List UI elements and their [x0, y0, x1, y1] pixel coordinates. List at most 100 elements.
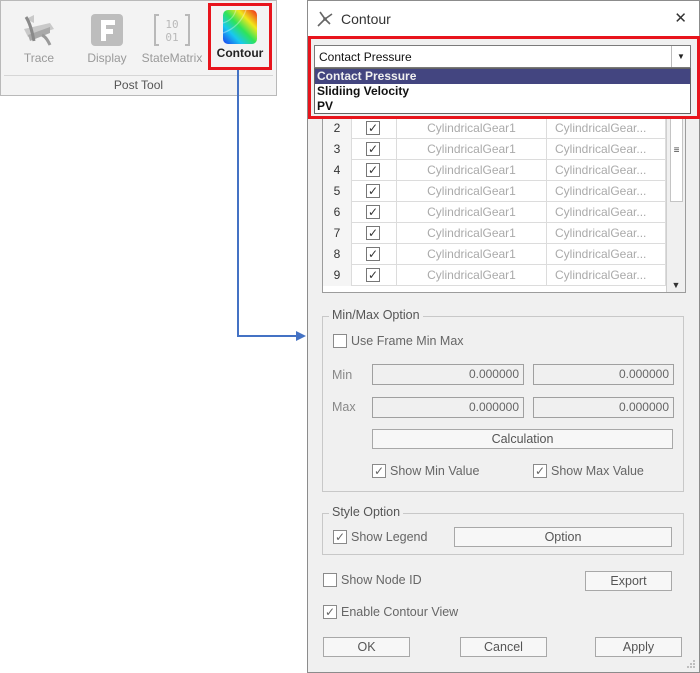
resize-grip-icon[interactable]: [686, 659, 696, 669]
enable-contour-view-checkbox[interactable]: ✓ Enable Contour View: [323, 605, 458, 619]
row-body1: CylindricalGear1: [397, 181, 547, 202]
close-icon[interactable]: ✕: [674, 9, 687, 27]
contour-label: Contour: [216, 46, 264, 60]
scrollbar-grip-icon: ≡: [673, 145, 680, 156]
row-check-cell: ✓: [352, 139, 397, 160]
ribbon-group-label: Post Tool: [113, 78, 164, 92]
state-matrix-icon-top: 10: [165, 18, 178, 31]
scroll-down-icon[interactable]: ▼: [667, 280, 685, 290]
show-node-id-label: Show Node ID: [341, 573, 422, 587]
row-checkbox[interactable]: ✓: [366, 142, 380, 156]
row-number: 9: [323, 265, 352, 286]
show-node-id-checkbox[interactable]: Show Node ID: [323, 573, 422, 587]
show-max-value-box[interactable]: ✓: [533, 464, 547, 478]
min-value-field-1[interactable]: 0.000000: [372, 364, 524, 385]
trace-button[interactable]: Trace: [11, 5, 67, 69]
use-frame-min-max-label: Use Frame Min Max: [351, 334, 464, 348]
row-checkbox[interactable]: ✓: [366, 205, 380, 219]
contour-dialog: Contour ✕ 2 ✓ CylindricalGear1 CylindricalG…: [307, 0, 700, 673]
row-body1: CylindricalGear1: [397, 265, 547, 286]
contour-button[interactable]: Contour: [208, 3, 272, 70]
enable-contour-view-box[interactable]: ✓: [323, 605, 337, 619]
max-value-field-2[interactable]: 0.000000: [533, 397, 674, 418]
row-check-cell: ✓: [352, 223, 397, 244]
row-number: 7: [323, 223, 352, 244]
state-matrix-button[interactable]: 10 01 StateMatrix: [139, 5, 205, 69]
row-body2: CylindricalGear...: [547, 244, 666, 265]
table-scrollbar[interactable]: ≡ ▼: [666, 118, 685, 292]
trace-label: Trace: [23, 51, 55, 65]
row-body1: CylindricalGear1: [397, 160, 547, 181]
apply-button[interactable]: Apply: [595, 637, 682, 657]
display-button[interactable]: Display: [79, 5, 135, 69]
row-checkbox[interactable]: ✓: [366, 184, 380, 198]
state-matrix-icon-bottom: 01: [165, 31, 178, 44]
show-max-value-label: Show Max Value: [551, 464, 644, 478]
row-body1: CylindricalGear1: [397, 202, 547, 223]
show-min-value-checkbox[interactable]: ✓ Show Min Value: [372, 464, 479, 478]
display-label: Display: [87, 51, 127, 65]
row-checkbox[interactable]: ✓: [366, 247, 380, 261]
show-legend-label: Show Legend: [351, 530, 428, 544]
table-row[interactable]: 6 ✓ CylindricalGear1 CylindricalGear...: [323, 202, 666, 223]
row-number: 4: [323, 160, 352, 181]
row-check-cell: ✓: [352, 160, 397, 181]
contour-icon: [222, 9, 258, 45]
use-frame-min-max-checkbox[interactable]: Use Frame Min Max: [333, 334, 464, 348]
contact-pairs-table: 2 ✓ CylindricalGear1 CylindricalGear... 3 ✓ Cy…: [322, 117, 686, 293]
row-checkbox[interactable]: ✓: [366, 226, 380, 240]
table-row[interactable]: 7 ✓ CylindricalGear1 CylindricalGear...: [323, 223, 666, 244]
state-matrix-label: StateMatrix: [141, 51, 203, 65]
enable-contour-view-label: Enable Contour View: [341, 605, 459, 619]
use-frame-min-max-box[interactable]: [333, 334, 347, 348]
row-checkbox[interactable]: ✓: [366, 163, 380, 177]
style-option-title: Style Option: [329, 505, 404, 519]
calculation-button[interactable]: Calculation: [372, 429, 673, 449]
row-number: 8: [323, 244, 352, 265]
row-body2: CylindricalGear...: [547, 202, 666, 223]
row-number: 6: [323, 202, 352, 223]
table-row[interactable]: 5 ✓ CylindricalGear1 CylindricalGear...: [323, 181, 666, 202]
show-max-value-checkbox[interactable]: ✓ Show Max Value: [533, 464, 644, 478]
row-body2: CylindricalGear...: [547, 118, 666, 139]
row-body2: CylindricalGear...: [547, 139, 666, 160]
row-body1: CylindricalGear1: [397, 118, 547, 139]
option-button[interactable]: Option: [454, 527, 672, 547]
table-row[interactable]: 2 ✓ CylindricalGear1 CylindricalGear...: [323, 118, 666, 139]
row-number: 2: [323, 118, 352, 139]
dialog-titlebar[interactable]: Contour ✕: [308, 1, 699, 37]
show-node-id-box[interactable]: [323, 573, 337, 587]
row-check-cell: ✓: [352, 202, 397, 223]
ribbon-divider: [4, 75, 273, 76]
row-check-cell: ✓: [352, 265, 397, 286]
show-min-value-box[interactable]: ✓: [372, 464, 386, 478]
trace-icon: [20, 11, 58, 49]
show-min-value-label: Show Min Value: [390, 464, 480, 478]
max-value-field-1[interactable]: 0.000000: [372, 397, 524, 418]
row-number: 5: [323, 181, 352, 202]
min-value-field-2[interactable]: 0.000000: [533, 364, 674, 385]
row-body2: CylindricalGear...: [547, 265, 666, 286]
row-number: 3: [323, 139, 352, 160]
row-checkbox[interactable]: ✓: [366, 121, 380, 135]
row-checkbox[interactable]: ✓: [366, 268, 380, 282]
show-legend-checkbox[interactable]: ✓ Show Legend: [333, 530, 427, 544]
scrollbar-thumb[interactable]: ≡: [670, 118, 683, 202]
row-body1: CylindricalGear1: [397, 139, 547, 160]
ok-button[interactable]: OK: [323, 637, 410, 657]
row-body2: CylindricalGear...: [547, 181, 666, 202]
row-body1: CylindricalGear1: [397, 244, 547, 265]
max-label: Max: [332, 400, 356, 414]
cancel-button[interactable]: Cancel: [460, 637, 547, 657]
combo-highlight-box: [308, 36, 700, 119]
table-row[interactable]: 4 ✓ CylindricalGear1 CylindricalGear...: [323, 160, 666, 181]
export-button[interactable]: Export: [585, 571, 672, 591]
table-row[interactable]: 3 ✓ CylindricalGear1 CylindricalGear...: [323, 139, 666, 160]
table-row[interactable]: 8 ✓ CylindricalGear1 CylindricalGear...: [323, 244, 666, 265]
state-matrix-icon: 10 01: [153, 11, 191, 49]
show-legend-box[interactable]: ✓: [333, 530, 347, 544]
dialog-title: Contour: [341, 11, 391, 27]
row-check-cell: ✓: [352, 118, 397, 139]
table-row[interactable]: 9 ✓ CylindricalGear1 CylindricalGear...: [323, 265, 666, 286]
row-check-cell: ✓: [352, 181, 397, 202]
